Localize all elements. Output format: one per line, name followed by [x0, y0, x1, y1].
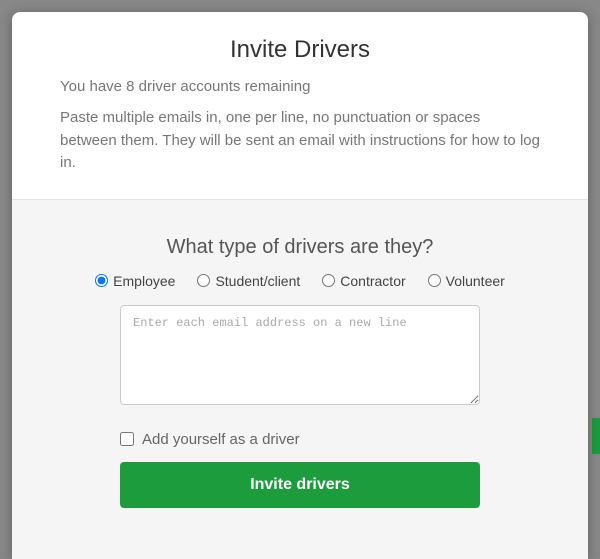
add-self-checkbox-row[interactable]: Add yourself as a driver: [120, 431, 480, 448]
driver-type-question: What type of drivers are they?: [167, 236, 434, 259]
instructions-text: Paste multiple emails in, one per line, …: [60, 107, 540, 175]
emails-textarea[interactable]: [120, 305, 480, 405]
modal-body: What type of drivers are they? Employee …: [12, 200, 588, 559]
radio-contractor[interactable]: [322, 274, 335, 287]
driver-type-radio-group: Employee Student/client Contractor Volun…: [60, 273, 540, 289]
radio-label: Volunteer: [446, 273, 505, 289]
radio-employee[interactable]: [95, 274, 108, 287]
radio-option-student[interactable]: Student/client: [197, 273, 300, 289]
modal-header: Invite Drivers You have 8 driver account…: [12, 12, 588, 200]
radio-option-employee[interactable]: Employee: [95, 273, 175, 289]
modal-title: Invite Drivers: [60, 36, 540, 64]
radio-option-volunteer[interactable]: Volunteer: [428, 273, 505, 289]
radio-label: Student/client: [215, 273, 300, 289]
add-self-checkbox[interactable]: [120, 432, 134, 446]
add-self-label: Add yourself as a driver: [142, 431, 300, 448]
radio-volunteer[interactable]: [428, 274, 441, 287]
radio-label: Contractor: [340, 273, 405, 289]
radio-label: Employee: [113, 273, 175, 289]
invite-drivers-button[interactable]: Invite drivers: [120, 462, 480, 508]
background-accent: [592, 418, 600, 454]
radio-student[interactable]: [197, 274, 210, 287]
radio-option-contractor[interactable]: Contractor: [322, 273, 405, 289]
invite-drivers-modal: Invite Drivers You have 8 driver account…: [12, 12, 588, 559]
accounts-remaining-text: You have 8 driver accounts remaining: [60, 78, 540, 95]
